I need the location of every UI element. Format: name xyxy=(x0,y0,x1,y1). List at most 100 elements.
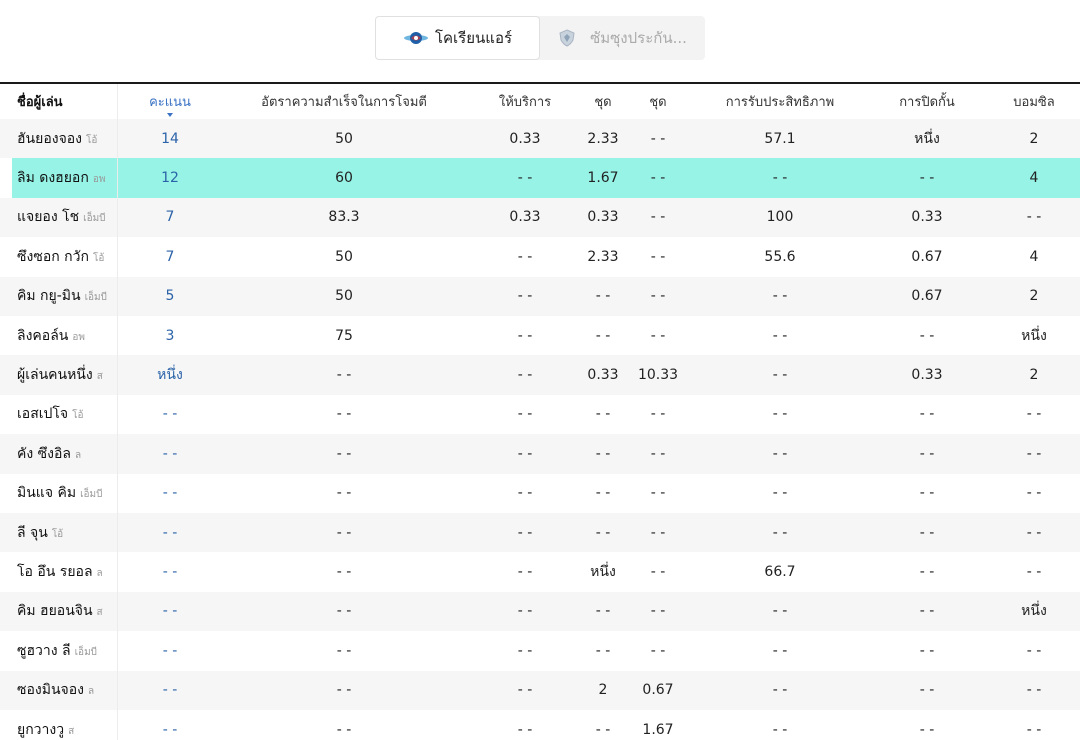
player-name-cell: ลิงคอล์น อพ xyxy=(0,325,118,347)
header-set-1[interactable]: ชุด xyxy=(584,91,622,112)
player-name: คัง ซึงอิล xyxy=(17,445,71,462)
player-position: ส xyxy=(96,371,103,383)
stat-attack: - - xyxy=(336,406,352,423)
stat-attack: - - xyxy=(336,642,352,659)
tab-korean-air[interactable]: โคเรียนแอร์ xyxy=(375,16,540,60)
stat-dig: - - xyxy=(1026,721,1042,738)
table-row[interactable]: ซองมินจอง ล - - - - - - 2 0.67 - - - - - - xyxy=(0,670,1080,710)
header-receive[interactable]: การรับประสิทธิภาพ xyxy=(694,91,866,112)
player-position: อพ xyxy=(72,331,85,343)
table-row[interactable]: เอสเปโจ โอ้ - - - - - - - - - - - - - - - - xyxy=(0,395,1080,434)
stat-set1: - - xyxy=(595,445,611,462)
stat-block: - - xyxy=(919,524,935,541)
stat-serve: - - xyxy=(517,524,533,541)
stat-receive: - - xyxy=(772,721,788,738)
tab-korean-air-label: โคเรียนแอร์ xyxy=(434,29,513,47)
table-row[interactable]: คิม กยู-มิน เอ็มบี 5 50 - - - - - - - - 0.67 2 xyxy=(0,276,1080,316)
table-row[interactable]: มินแจ คิม เอ็มบี - - - - - - - - - - - - - - - - xyxy=(0,474,1080,513)
stat-attack: - - xyxy=(336,367,352,384)
table-row[interactable]: แจยอง โช เอ็มบี 7 83.3 0.33 0.33 - - 100 0.33 - - xyxy=(0,197,1080,238)
stat-score: - - xyxy=(162,485,178,502)
stat-receive: - - xyxy=(772,485,788,502)
table-row[interactable]: ซึงซอก กวัก โอ้ 7 50 - - 2.33 - - 55.6 0.67 4 xyxy=(0,237,1080,276)
table-row[interactable]: ฮันยองจอง โอ้ 14 50 0.33 2.33 - - 57.1 หนึ่ง 2 xyxy=(0,119,1080,159)
player-position: เอ็มบี xyxy=(74,646,98,658)
stat-block: - - xyxy=(919,406,935,423)
stat-attack: - - xyxy=(336,564,352,581)
stat-set2: - - xyxy=(650,603,666,620)
stat-score: 14 xyxy=(161,130,179,147)
team-tabs: โคเรียนแอร์ ซัมซุงประกัน... xyxy=(375,16,705,60)
stat-dig: หนึ่ง xyxy=(1021,603,1047,620)
player-name-cell: เอสเปโจ โอ้ xyxy=(0,403,118,425)
stat-set2: - - xyxy=(650,288,666,305)
header-block[interactable]: การปิดกั้น xyxy=(866,91,988,112)
table-row[interactable]: โอ อึน รยอลล - - - - - - หนึ่ง - - 66.7 - - - - xyxy=(0,552,1080,591)
header-serve[interactable]: ให้บริการ xyxy=(466,91,584,112)
stat-serve: - - xyxy=(517,721,533,738)
player-position: โอ้ xyxy=(51,528,64,540)
header-attack[interactable]: อัตราความสำเร็จในการโจมตี xyxy=(222,91,466,112)
header-name[interactable]: ชื่อผู้เล่น xyxy=(0,91,118,112)
player-name-cell: ซูฮวาง ลี เอ็มบี xyxy=(0,640,118,662)
stat-set2: - - xyxy=(650,130,666,147)
stat-dig: 4 xyxy=(1029,248,1039,265)
stat-set2: 10.33 xyxy=(637,367,679,384)
stat-serve: - - xyxy=(517,682,533,699)
stat-receive: - - xyxy=(772,524,788,541)
stat-serve: 0.33 xyxy=(509,130,541,147)
player-name-cell: ลิม ดงฮยอก อพ xyxy=(12,167,118,189)
player-name: มินแจ คิม xyxy=(17,485,77,502)
stat-block: - - xyxy=(919,564,935,581)
stat-attack: - - xyxy=(336,485,352,502)
stat-score: 5 xyxy=(165,288,175,305)
stat-receive: - - xyxy=(772,327,788,344)
table-row[interactable]: ยูกวางวูส - - - - - - - - 1.67 - - - - - - xyxy=(0,710,1080,740)
stat-block: - - xyxy=(919,485,935,502)
table-row[interactable]: ลิงคอล์น อพ 3 75 - - - - - - - - - - หนึ่ง xyxy=(0,316,1080,355)
player-position: ส xyxy=(68,725,75,737)
player-name: แจยอง โช xyxy=(17,209,80,226)
header-set-2[interactable]: ชุด xyxy=(622,91,694,112)
player-name: ยูกวางวู xyxy=(17,721,65,738)
table-row[interactable]: คิม ฮยอนจินส - - - - - - - - - - - - - - หนึ่ง xyxy=(0,591,1080,632)
stat-score: - - xyxy=(162,564,178,581)
stat-block: - - xyxy=(919,445,935,462)
player-position: โอ้ xyxy=(72,410,84,422)
player-name: ซึงซอก กวัก xyxy=(17,248,89,265)
stat-attack: - - xyxy=(336,721,352,738)
tab-samsung[interactable]: ซัมซุงประกัน... xyxy=(540,16,705,60)
stat-score: - - xyxy=(162,721,178,738)
stat-block: หนึ่ง xyxy=(914,130,940,147)
stat-dig: - - xyxy=(1026,564,1042,581)
stat-set1: - - xyxy=(595,603,611,620)
stat-receive: - - xyxy=(772,170,788,187)
player-name-cell: มินแจ คิม เอ็มบี xyxy=(0,482,118,504)
stat-dig: - - xyxy=(1026,642,1042,659)
player-name-cell: ซึงซอก กวัก โอ้ xyxy=(0,246,118,268)
samsung-shield-logo-icon xyxy=(558,29,584,47)
stat-set2: - - xyxy=(650,406,666,423)
table-row[interactable]: คัง ซึงอิลล - - - - - - - - - - - - - - - - xyxy=(0,434,1080,474)
stat-block: - - xyxy=(919,642,935,659)
stat-receive: - - xyxy=(772,682,788,699)
header-dig[interactable]: บอมซิล xyxy=(988,91,1080,112)
table-row[interactable]: ซูฮวาง ลี เอ็มบี - - - - - - - - - - - - - - - - xyxy=(0,631,1080,670)
player-position: ล xyxy=(74,449,82,461)
stat-set2: - - xyxy=(650,524,666,541)
stat-set2: 1.67 xyxy=(642,721,674,738)
stat-block: - - xyxy=(919,682,935,699)
stat-serve: - - xyxy=(517,248,533,265)
stat-attack: - - xyxy=(336,524,352,541)
stat-receive: 66.7 xyxy=(764,564,796,581)
name-column-divider xyxy=(117,84,118,740)
table-row[interactable]: ลี จุน โอ้ - - - - - - - - - - - - - - - - xyxy=(0,513,1080,553)
table-row[interactable]: ผู้เล่นคนหนึ่งส หนึ่ง - - - - 0.33 10.33 - - 0.… xyxy=(0,355,1080,395)
stat-attack: - - xyxy=(336,603,352,620)
stat-score: 12 xyxy=(161,170,179,187)
stat-dig: 2 xyxy=(1029,367,1039,384)
table-row[interactable]: ลิม ดงฮยอก อพ 12 60 - - 1.67 - - - - - - 4 xyxy=(12,158,1080,198)
stat-dig: - - xyxy=(1026,682,1042,699)
stat-block: 0.67 xyxy=(911,288,943,305)
header-score[interactable]: คะแนน xyxy=(118,91,222,117)
